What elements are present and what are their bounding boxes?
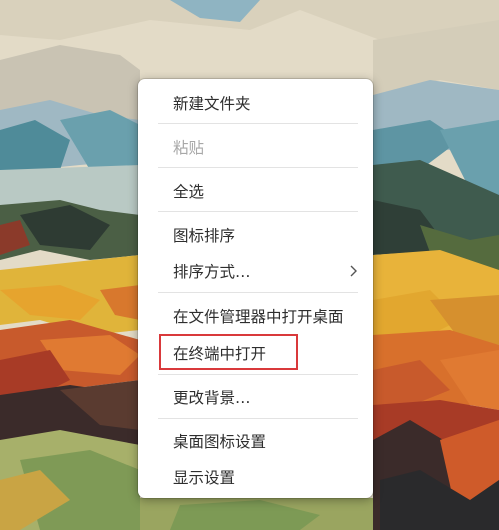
menu-item-display-settings[interactable]: 显示设置 (138, 460, 373, 494)
menu-separator (158, 374, 358, 375)
menu-item-label: 新建文件夹 (173, 95, 251, 113)
menu-item-open-in-terminal[interactable]: 在终端中打开 (138, 336, 373, 370)
menu-separator (158, 418, 358, 419)
menu-item-label: 全选 (173, 183, 205, 201)
menu-item-select-all[interactable]: 全选 (138, 174, 373, 208)
desktop-context-menu: 新建文件夹 粘贴 全选 图标排序 排序方式… 在文件管理器中打开桌面 在终端中打… (138, 79, 373, 498)
menu-item-label: 在终端中打开 (173, 345, 267, 363)
menu-item-label: 粘贴 (173, 139, 205, 157)
menu-item-desktop-icon-settings[interactable]: 桌面图标设置 (138, 424, 373, 458)
menu-item-paste: 粘贴 (138, 130, 373, 164)
menu-item-change-background[interactable]: 更改背景… (138, 380, 373, 414)
menu-item-new-folder[interactable]: 新建文件夹 (138, 86, 373, 120)
menu-separator (158, 123, 358, 124)
chevron-right-icon (350, 265, 357, 277)
menu-separator (158, 211, 358, 212)
menu-item-sort-by[interactable]: 排序方式… (138, 254, 373, 288)
menu-separator (158, 292, 358, 293)
menu-item-label: 排序方式… (173, 263, 251, 281)
menu-separator (158, 167, 358, 168)
menu-item-arrange-icons[interactable]: 图标排序 (138, 218, 373, 252)
menu-item-label: 在文件管理器中打开桌面 (173, 308, 344, 326)
menu-item-label: 桌面图标设置 (173, 433, 267, 451)
menu-item-open-desktop-in-file-manager[interactable]: 在文件管理器中打开桌面 (138, 299, 373, 333)
menu-item-label: 图标排序 (173, 227, 236, 245)
menu-item-label: 显示设置 (173, 469, 236, 487)
menu-item-label: 更改背景… (173, 389, 251, 407)
